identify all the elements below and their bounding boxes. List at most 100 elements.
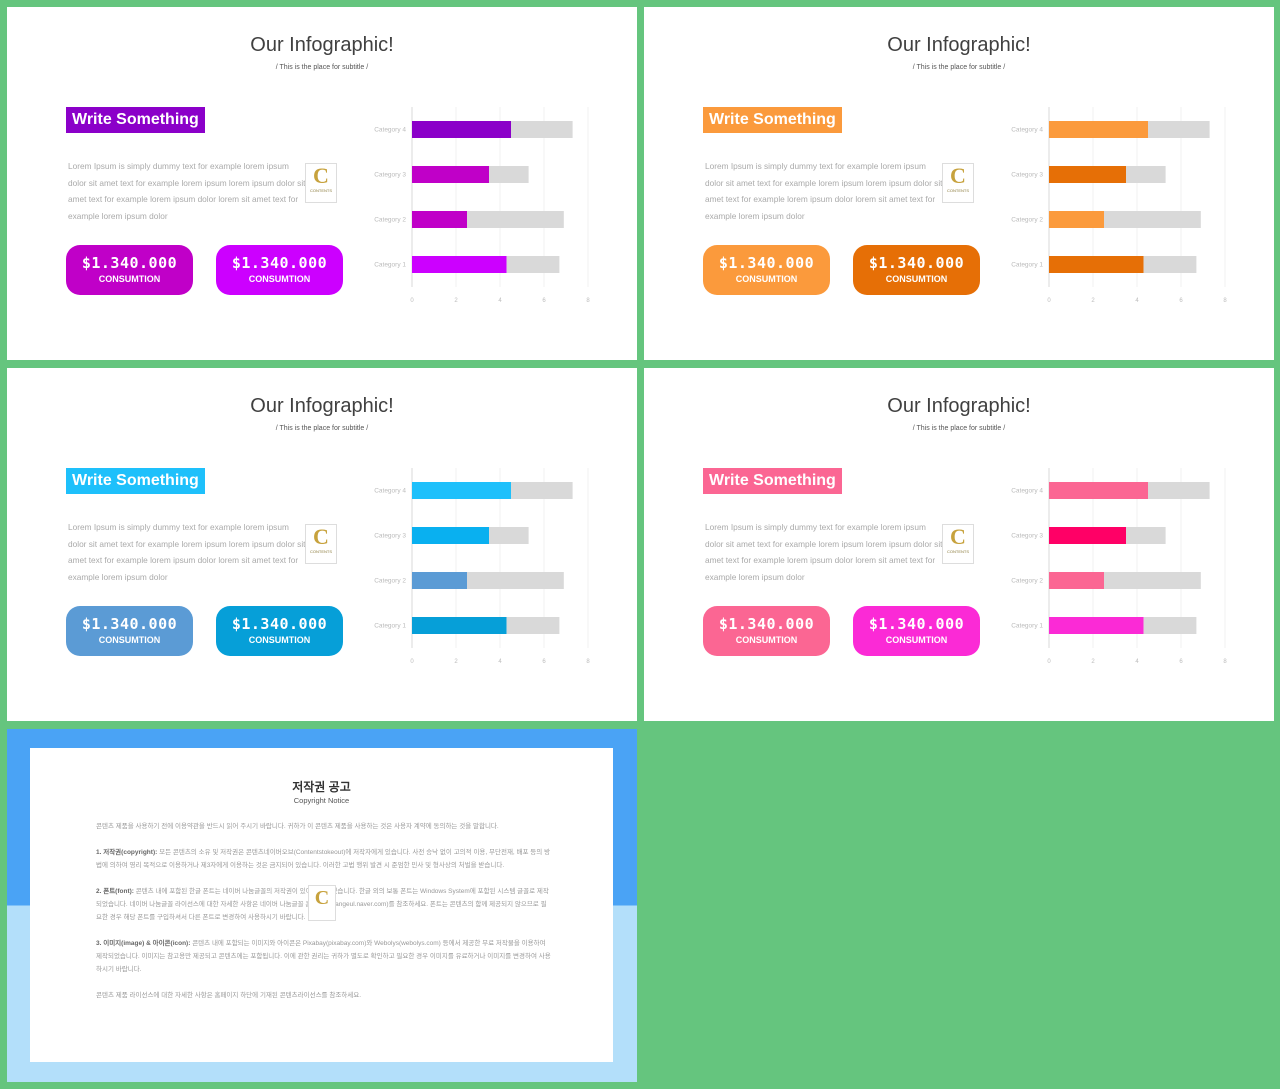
stat-label: CONSUMTION <box>98 635 161 645</box>
x-tick-label: 6 <box>542 659 546 665</box>
bar-series-2 <box>489 527 529 544</box>
logo-text: CONTENTS <box>947 188 969 193</box>
body-text: Lorem Ipsum is simply dummy text for exa… <box>68 522 306 582</box>
x-tick-label: 4 <box>498 659 502 665</box>
bar-series-1 <box>1049 211 1104 228</box>
bar-series-2 <box>1148 121 1210 138</box>
copyright-card: 저작권 공고 Copyright Notice 콘텐츠 제품을 사용하기 전에 … <box>30 748 613 1062</box>
contents-logo-icon: C CONTENTS <box>305 524 337 564</box>
bar-series-1 <box>1049 256 1144 273</box>
heading-badge: Write Something <box>703 107 842 133</box>
contents-logo-icon: C <box>308 885 336 921</box>
copyright-intro: 콘텐츠 제품을 사용하기 전에 이용약관을 반드시 읽어 주시기 바랍니다. 귀… <box>96 823 499 830</box>
slide-subtitle: / This is the place for subtitle / <box>275 425 369 432</box>
bar-series-2 <box>1148 482 1210 499</box>
logo-text: CONTENTS <box>310 549 332 554</box>
bar-series-2 <box>1104 211 1201 228</box>
stat-pill-2: $1.340.000 CONSUMTION <box>216 606 343 656</box>
copyright-section-1: 1. 저작권(copyright): 모든 콘텐츠의 소유 및 저작권은 콘텐츠… <box>96 846 551 872</box>
bar-series-1 <box>1049 166 1126 183</box>
bar-series-1 <box>412 121 511 138</box>
bar-series-2 <box>489 166 529 183</box>
x-tick-label: 6 <box>1179 659 1183 665</box>
stat-amount: $1.340.000 <box>81 615 178 633</box>
bar-chart: 0 2 4 6 8 Category 1 Category 2 Category 3 Categ… <box>999 102 1239 312</box>
category-label: Category 1 <box>1011 623 1043 630</box>
copyright-title: 저작권 공고 <box>292 780 351 794</box>
stat-pill-2: $1.340.000 CONSUMTION <box>853 245 980 295</box>
x-tick-label: 6 <box>542 298 546 304</box>
slide-title: Our Infographic! <box>250 395 394 417</box>
bar-series-2 <box>506 256 560 273</box>
bar-chart: 0 2 4 6 8 Category 1 Category 2 Category 3 Categ… <box>999 463 1239 673</box>
bar-series-2 <box>467 211 564 228</box>
bar-chart: 0 2 4 6 8 Category 1 Category 2 Category 3 Categ… <box>362 463 602 673</box>
stat-label: CONSUMTION <box>735 274 798 284</box>
heading-badge: Write Something <box>66 107 205 133</box>
stat-label: CONSUMTION <box>98 274 161 284</box>
bar-chart: 0 2 4 6 8 Category 1 Category 2 Category 3 Categ… <box>362 102 602 312</box>
section-label: 2. 폰트(font): <box>96 888 134 895</box>
copyright-subtitle: Copyright Notice <box>293 796 350 805</box>
bar-series-2 <box>1126 166 1166 183</box>
copyright-section-3: 3. 이미지(image) & 아이콘(icon): 콘텐츠 내에 포함되는 이… <box>96 937 551 976</box>
stat-label: CONSUMTION <box>248 635 311 645</box>
bar-series-2 <box>467 572 564 589</box>
stat-label: CONSUMTION <box>248 274 311 284</box>
bar-series-1 <box>1049 482 1148 499</box>
category-label: Category 2 <box>1011 578 1043 585</box>
slide-subtitle: / This is the place for subtitle / <box>912 64 1006 71</box>
category-label: Category 1 <box>374 262 406 269</box>
stat-amount: $1.340.000 <box>718 254 815 272</box>
category-label: Category 4 <box>1011 488 1043 495</box>
bar-series-2 <box>511 121 573 138</box>
x-tick-label: 4 <box>498 298 502 304</box>
stat-label: CONSUMTION <box>885 635 948 645</box>
slide-title: Our Infographic! <box>887 395 1031 417</box>
logo-letter: C <box>314 887 330 909</box>
section-text: 모든 콘텐츠의 소유 및 저작권은 콘텐츠네이버오브(Contentstokeo… <box>96 849 551 869</box>
category-label: Category 4 <box>1011 127 1043 134</box>
x-tick-label: 0 <box>1047 298 1051 304</box>
logo-text: CONTENTS <box>947 549 969 554</box>
contents-logo-icon: C CONTENTS <box>942 524 974 564</box>
category-label: Category 3 <box>374 172 406 179</box>
bar-series-1 <box>412 256 507 273</box>
x-tick-label: 8 <box>1223 298 1227 304</box>
category-label: Category 1 <box>374 623 406 630</box>
x-tick-label: 2 <box>454 298 458 304</box>
body-text: Lorem Ipsum is simply dummy text for exa… <box>705 161 943 221</box>
bar-series-2 <box>506 617 560 634</box>
bar-chart-svg: 0 2 4 6 8 Category 1 Category 2 Category 3 Categ… <box>1011 468 1227 665</box>
stat-label: CONSUMTION <box>735 635 798 645</box>
category-label: Category 3 <box>1011 533 1043 540</box>
stat-amount: $1.340.000 <box>718 615 815 633</box>
category-label: Category 1 <box>1011 262 1043 269</box>
bar-chart-svg: 0 2 4 6 8 Category 1 Category 2 Category 3 Categ… <box>1011 107 1227 304</box>
bar-series-1 <box>1049 572 1104 589</box>
category-label: Category 3 <box>1011 172 1043 179</box>
body-text: Lorem Ipsum is simply dummy text for exa… <box>705 522 943 582</box>
contents-logo-icon: C CONTENTS <box>305 163 337 203</box>
bar-series-1 <box>412 572 467 589</box>
stat-amount: $1.340.000 <box>231 254 328 272</box>
slide-pink: Our Infographic! / This is the place for… <box>644 368 1274 721</box>
category-label: Category 4 <box>374 488 406 495</box>
category-label: Category 2 <box>374 578 406 585</box>
x-tick-label: 8 <box>586 298 590 304</box>
bar-series-1 <box>412 166 489 183</box>
bar-series-2 <box>1126 527 1166 544</box>
stat-amount: $1.340.000 <box>231 615 328 633</box>
stat-pill-2: $1.340.000 CONSUMTION <box>853 606 980 656</box>
stat-pill-2: $1.340.000 CONSUMTION <box>216 245 343 295</box>
contents-logo-icon: C CONTENTS <box>942 163 974 203</box>
body-text: Lorem Ipsum is simply dummy text for exa… <box>68 161 306 221</box>
x-tick-label: 0 <box>1047 659 1051 665</box>
x-tick-label: 8 <box>586 659 590 665</box>
stat-amount: $1.340.000 <box>868 615 965 633</box>
section-label: 3. 이미지(image) & 아이콘(icon): <box>96 940 191 947</box>
category-label: Category 3 <box>374 533 406 540</box>
slide-blue: Our Infographic! / This is the place for… <box>7 368 637 721</box>
logo-letter: C <box>313 524 329 549</box>
stat-pill-1: $1.340.000 CONSUMTION <box>703 245 830 295</box>
